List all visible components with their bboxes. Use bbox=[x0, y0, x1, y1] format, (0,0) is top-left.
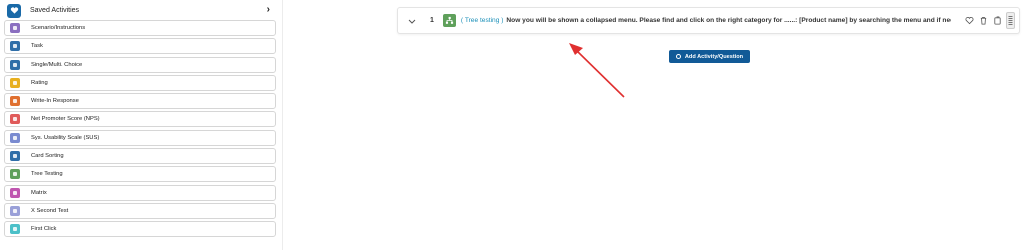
annotation-arrow-icon bbox=[569, 43, 625, 98]
